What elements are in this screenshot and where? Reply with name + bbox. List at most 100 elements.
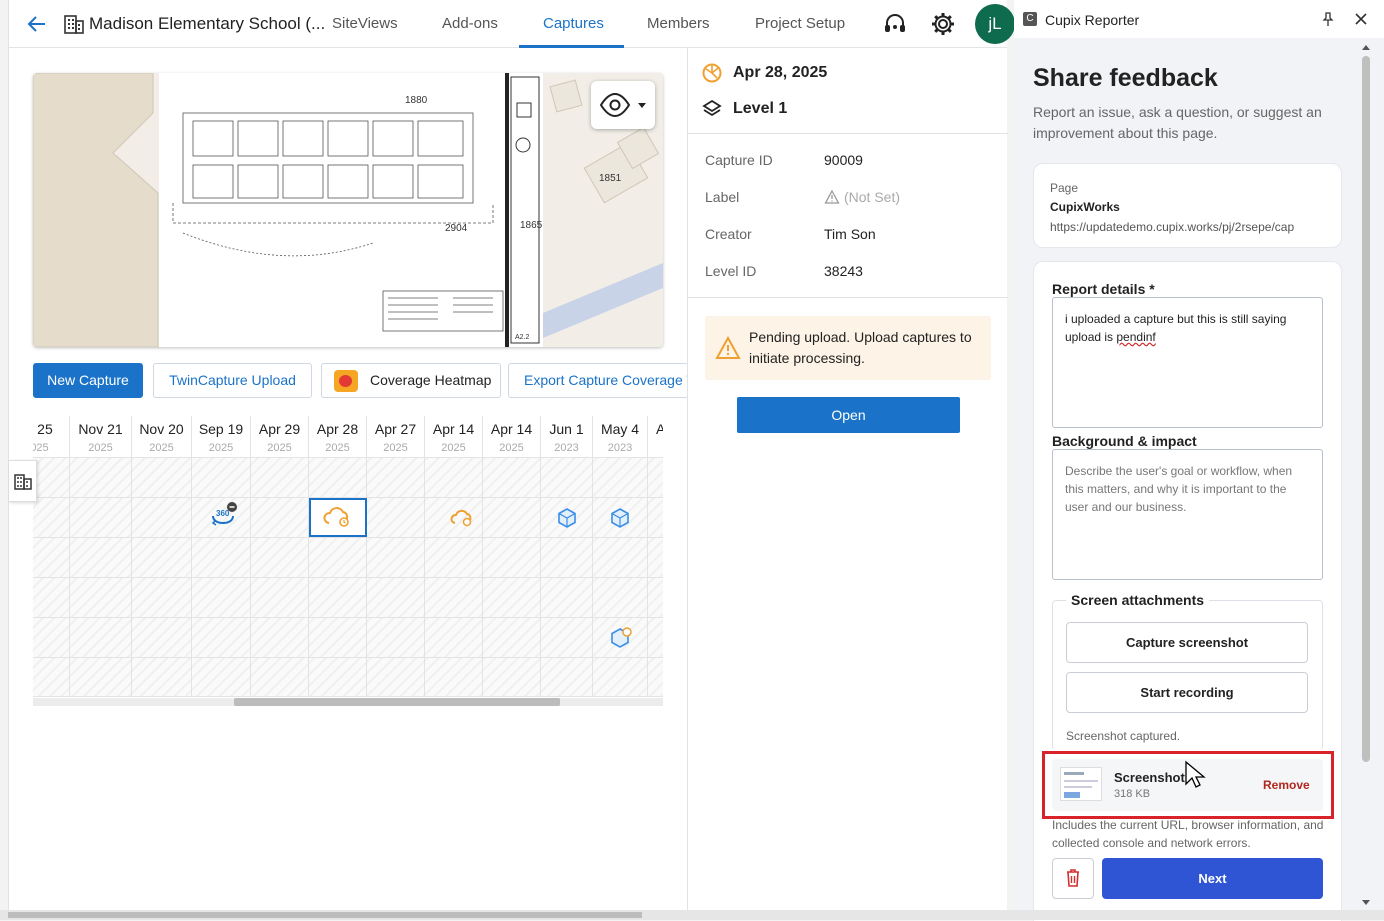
building-icon xyxy=(14,474,32,490)
user-avatar[interactable]: jL xyxy=(975,4,1015,44)
eye-icon xyxy=(599,92,646,118)
tab-add-ons[interactable]: Add-ons xyxy=(442,15,498,32)
timeline-column[interactable]: Nov 20 2025 xyxy=(131,416,191,697)
divider xyxy=(688,133,1008,134)
includes-note: Includes the current URL, browser inform… xyxy=(1052,818,1324,850)
start-recording-button[interactable]: Start recording xyxy=(1066,672,1308,713)
reporter-heading: Share feedback xyxy=(1033,64,1218,92)
pending-upload-message: Pending upload. Upload captures to initi… xyxy=(749,329,972,366)
capture-level[interactable]: Level 1 xyxy=(733,100,787,118)
reporter-scrollbar[interactable] xyxy=(1362,56,1370,762)
creator-value: Tim Son xyxy=(824,226,876,242)
close-icon[interactable] xyxy=(1353,11,1369,27)
timeline-column[interactable]: Apr 27 2025 xyxy=(366,416,424,697)
heatmap-icon xyxy=(334,370,358,392)
visibility-toggle-button[interactable] xyxy=(591,81,655,129)
coverage-heatmap-button[interactable]: Coverage Heatmap xyxy=(321,363,501,398)
capture-screenshot-button[interactable]: Capture screenshot xyxy=(1066,622,1308,663)
misspelled-word: pendinf xyxy=(1116,330,1156,344)
attachment-status: Screenshot captured. xyxy=(1066,729,1181,743)
pin-icon[interactable] xyxy=(1320,11,1336,27)
timeline-column[interactable]: Jun 1 2023 xyxy=(540,416,592,697)
column-year: 025 xyxy=(33,442,49,454)
column-year: 2025 xyxy=(149,442,174,454)
column-date: Nov 20 xyxy=(139,421,184,437)
tab-siteviews[interactable]: SiteViews xyxy=(332,15,398,32)
pending-upload-cloud-icon xyxy=(323,507,349,527)
back-arrow-icon[interactable] xyxy=(25,12,49,36)
label-value[interactable]: (Not Set) xyxy=(844,189,900,205)
column-year: 2025 xyxy=(441,442,466,454)
horizontal-scroll-thumb[interactable] xyxy=(8,912,642,918)
cupix-app: Madison Elementary School (... SiteViews… xyxy=(8,0,1015,910)
attachment-name: Screenshot xyxy=(1114,770,1185,785)
column-year: 2025 xyxy=(499,442,524,454)
reporter-app-icon: C xyxy=(1023,12,1037,26)
tab-project-setup[interactable]: Project Setup xyxy=(755,15,845,32)
timeline-column[interactable]: Apr 14 2025 xyxy=(482,416,540,697)
cube-pending-icon[interactable] xyxy=(608,625,634,651)
column-date: Apr 27 xyxy=(374,421,417,437)
scroll-up-icon[interactable] xyxy=(1360,42,1372,52)
map-label-1880: 1880 xyxy=(405,95,428,106)
reporter-panel: C Cupix Reporter Share feedback Report a… xyxy=(1014,0,1384,921)
timeline-column[interactable]: Apr 29 2025 xyxy=(250,416,308,697)
capture-date-icon xyxy=(702,63,722,83)
timeline-scrollbar[interactable] xyxy=(33,698,663,706)
twincapture-upload-button[interactable]: TwinCapture Upload xyxy=(153,363,312,398)
reporter-title: Cupix Reporter xyxy=(1045,12,1140,28)
column-year: 2025 xyxy=(325,442,350,454)
column-date: Jun 1 xyxy=(549,421,584,437)
floor-list-toggle[interactable] xyxy=(9,460,37,502)
timeline-column[interactable]: May 4 2023 xyxy=(592,416,647,697)
screenshot-thumbnail[interactable] xyxy=(1060,767,1102,801)
capture-360-label: 360 xyxy=(216,509,230,518)
remove-attachment-button[interactable]: Remove xyxy=(1263,778,1310,792)
column-date: Nov 21 xyxy=(78,421,123,437)
window-bottom-scrollbar[interactable] xyxy=(0,910,1384,920)
cube-capture-icon[interactable] xyxy=(608,506,632,530)
cube-capture-icon[interactable] xyxy=(555,506,579,530)
page-name: CupixWorks xyxy=(1050,200,1120,214)
capture-360-icon[interactable]: 360 xyxy=(208,502,238,532)
background-impact-textarea[interactable]: Describe the user's goal or workflow, wh… xyxy=(1052,449,1323,580)
report-details-line-2-start: upload is xyxy=(1065,330,1117,344)
timeline-scroll-thumb[interactable] xyxy=(234,698,560,706)
timeline-column[interactable]: Apr 14 2025 xyxy=(424,416,482,697)
tab-members[interactable]: Members xyxy=(647,15,710,32)
tab-captures[interactable]: Captures xyxy=(543,15,604,32)
column-year: 2025 xyxy=(88,442,113,454)
layers-icon xyxy=(702,99,722,117)
column-year: 2025 xyxy=(383,442,408,454)
open-capture-button[interactable]: Open xyxy=(737,397,960,433)
timeline-column[interactable]: Sep 19 2025 xyxy=(191,416,250,697)
new-capture-button[interactable]: New Capture xyxy=(33,363,143,398)
top-nav: Madison Elementary School (... SiteViews… xyxy=(9,0,1015,48)
support-headset-icon[interactable] xyxy=(882,11,908,37)
timeline-column[interactable]: v 25 025 xyxy=(33,416,69,697)
field-key: Level ID xyxy=(705,263,757,279)
selected-capture-cell[interactable] xyxy=(309,498,367,537)
sheet-number: A2.2 xyxy=(515,334,530,341)
report-details-label: Report details * xyxy=(1052,281,1155,297)
map-label-1851: 1851 xyxy=(599,173,622,184)
export-capture-coverage-button[interactable]: Export Capture Coverage T xyxy=(508,363,688,398)
field-key: Label xyxy=(705,189,740,205)
timeline-column[interactable]: Nov 21 2025 xyxy=(69,416,131,697)
pending-upload-alert: Pending upload. Upload captures to initi… xyxy=(705,316,991,380)
column-date: Apr 14 xyxy=(490,421,533,437)
pending-upload-cloud-icon[interactable] xyxy=(448,506,476,532)
column-date: Apr 14 xyxy=(432,421,475,437)
next-button[interactable]: Next xyxy=(1102,858,1323,899)
map-label-2904: 2904 xyxy=(445,223,468,234)
timeline-column[interactable]: A xyxy=(647,416,663,697)
discard-button[interactable] xyxy=(1052,858,1094,899)
floorplan-map[interactable]: 1880 1851 1865 2904 A2.2 xyxy=(33,73,663,347)
project-title[interactable]: Madison Elementary School (... xyxy=(89,14,325,34)
scroll-down-icon[interactable] xyxy=(1360,898,1372,908)
settings-gear-icon[interactable] xyxy=(930,11,956,37)
map-label-1865: 1865 xyxy=(520,220,543,231)
page-caption: Page xyxy=(1050,181,1079,195)
report-details-textarea[interactable]: i uploaded a capture but this is still s… xyxy=(1052,297,1323,428)
timeline-column[interactable]: Apr 28 2025 xyxy=(308,416,366,697)
